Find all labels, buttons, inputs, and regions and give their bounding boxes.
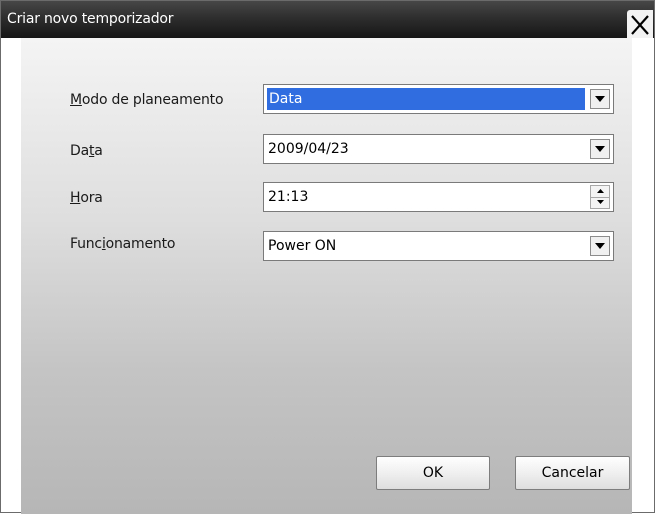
mode-dropdown-button[interactable] — [590, 89, 610, 109]
mode-label: Modo de planeamento — [70, 92, 224, 108]
mode-select[interactable]: Data — [263, 84, 614, 114]
dialog-window: Criar novo temporizador Modo de planeame… — [0, 0, 655, 514]
date-picker[interactable]: 2009/04/23 — [263, 134, 614, 164]
chevron-down-icon — [595, 96, 605, 102]
operation-value: Power ON — [268, 238, 337, 254]
close-icon — [631, 15, 649, 35]
date-dropdown-button[interactable] — [590, 139, 610, 159]
operation-label: Funcionamento — [70, 236, 176, 252]
spin-down-icon — [597, 200, 604, 204]
close-button[interactable] — [627, 10, 653, 38]
time-input[interactable]: 21:13 — [263, 182, 614, 212]
chevron-down-icon — [595, 243, 605, 249]
time-label: Hora — [70, 190, 103, 206]
mode-value: Data — [267, 88, 585, 110]
operation-select[interactable]: Power ON — [263, 231, 614, 261]
window-title: Criar novo temporizador — [7, 11, 174, 27]
operation-dropdown-button[interactable] — [590, 236, 610, 256]
date-label: Data — [70, 143, 103, 159]
time-value[interactable]: 21:13 — [268, 189, 308, 205]
ok-button[interactable]: OK — [376, 456, 490, 490]
chevron-down-icon — [595, 146, 605, 152]
title-bar[interactable]: Criar novo temporizador — [1, 1, 654, 38]
date-value[interactable]: 2009/04/23 — [268, 141, 349, 157]
time-spinner[interactable] — [590, 185, 610, 209]
time-spin-down-button[interactable] — [591, 197, 609, 208]
spin-up-icon — [597, 189, 604, 193]
cancel-button[interactable]: Cancelar — [515, 456, 630, 490]
